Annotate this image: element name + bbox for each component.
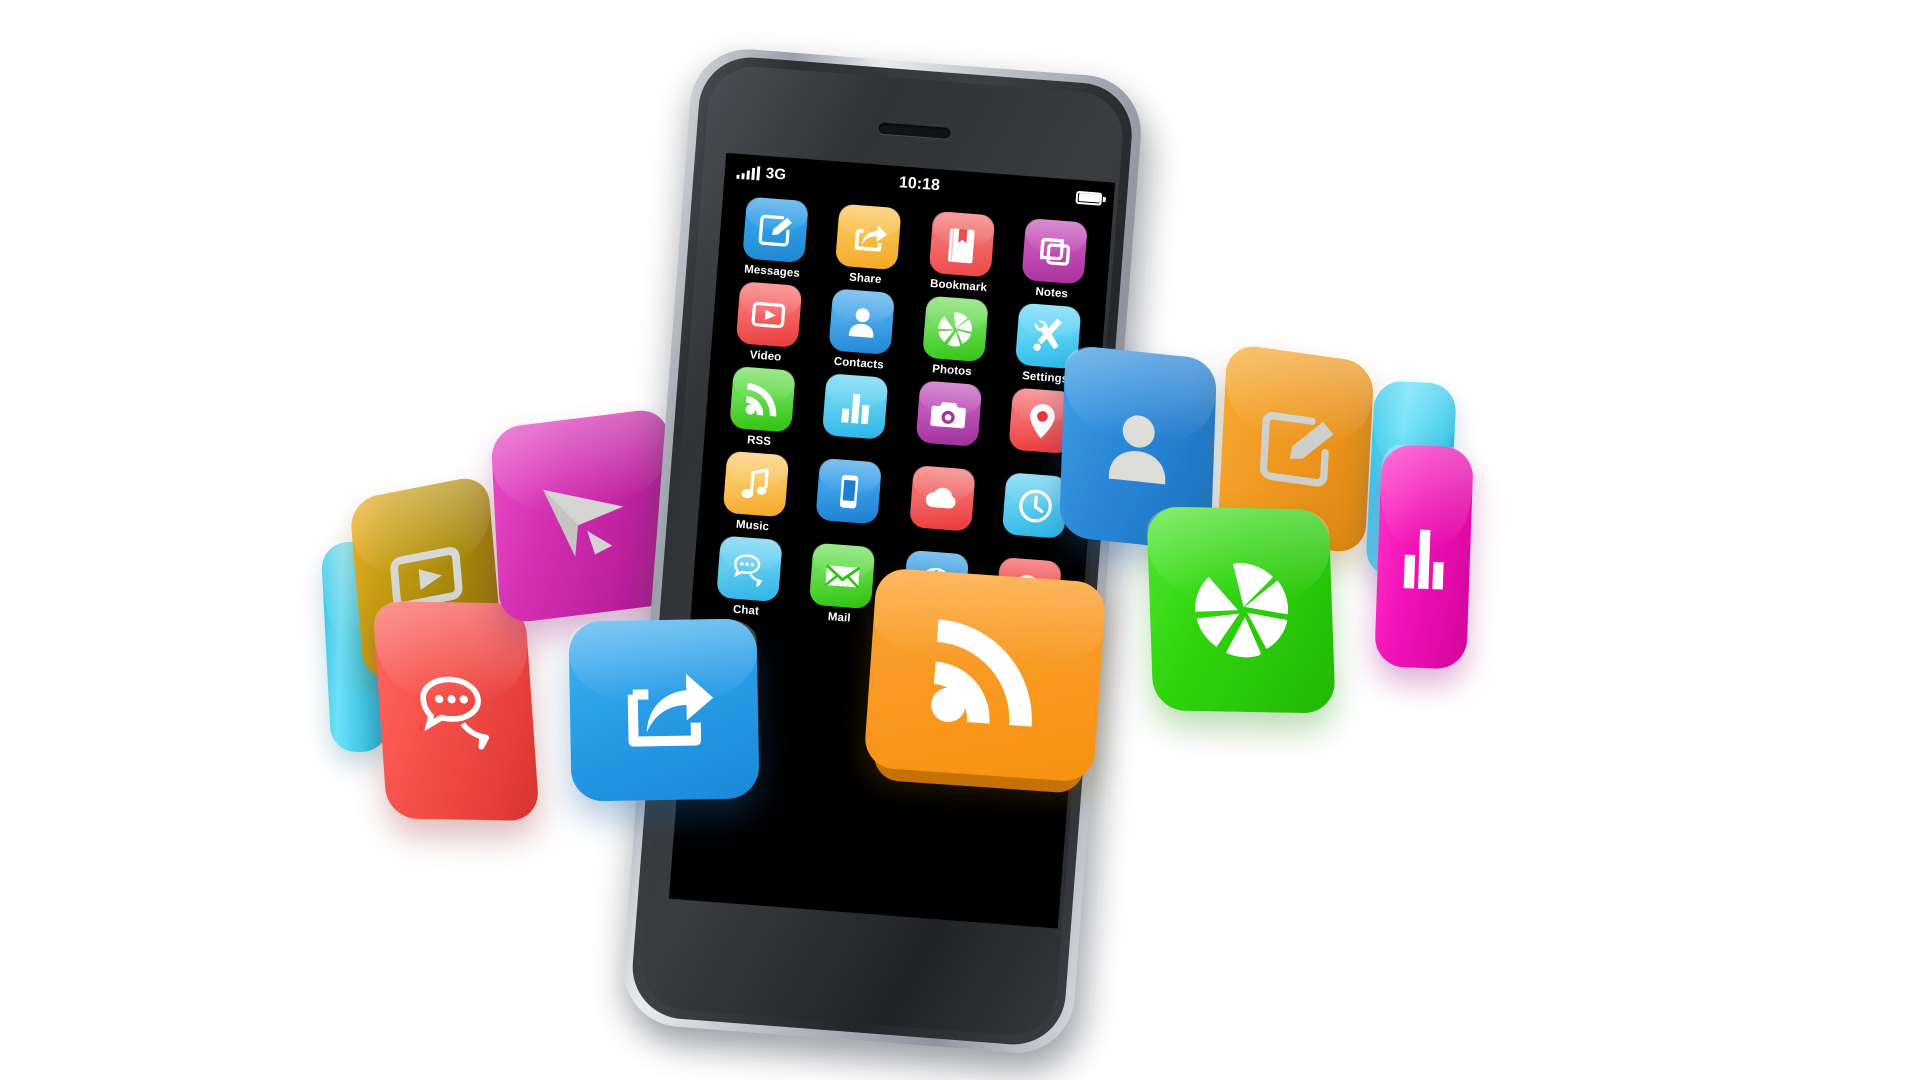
phone-body: 3G 10:18 Messages Share Bookmark Notes V… bbox=[628, 53, 1136, 1049]
app-label: Notes bbox=[1035, 285, 1069, 301]
app-tile[interactable] bbox=[822, 373, 889, 440]
camera-photo-icon bbox=[927, 392, 971, 436]
app-icon-bookmark[interactable]: Bookmark bbox=[911, 210, 1010, 296]
phone-bezel: 3G 10:18 Messages Share Bookmark Notes V… bbox=[619, 45, 1146, 1057]
contact-person-icon bbox=[1089, 384, 1187, 513]
cloud-icon bbox=[920, 476, 964, 520]
app-icon-photos[interactable]: Photos bbox=[905, 294, 1004, 380]
smartphone: 3G 10:18 Messages Share Bookmark Notes V… bbox=[617, 45, 1173, 1080]
paper-plane-icon bbox=[526, 449, 642, 584]
app-tile[interactable] bbox=[815, 457, 883, 525]
rss-feed-icon bbox=[905, 602, 1066, 744]
app-label: Video bbox=[749, 349, 782, 364]
app-tile[interactable] bbox=[828, 288, 896, 356]
app-label: Bookmark bbox=[929, 277, 988, 295]
app-tile[interactable] bbox=[928, 210, 996, 278]
app-label: Music bbox=[735, 518, 770, 534]
bookmark-book-icon bbox=[940, 222, 984, 266]
bar-chart-icon bbox=[1398, 496, 1450, 617]
app-label: Contacts bbox=[833, 355, 885, 372]
app-label: Messages bbox=[743, 263, 801, 280]
video-play-icon bbox=[747, 293, 791, 337]
app-tile[interactable] bbox=[809, 542, 876, 610]
app-icon-camera[interactable]: Camera bbox=[898, 379, 997, 465]
app-tile[interactable] bbox=[741, 196, 809, 264]
app-tile[interactable] bbox=[921, 295, 989, 363]
mail-envelope-icon bbox=[820, 554, 864, 598]
app-label: RSS bbox=[746, 434, 772, 449]
blue-share-tile[interactable] bbox=[568, 618, 760, 802]
earpiece-speaker-icon bbox=[878, 122, 951, 139]
chat-bubbles-icon bbox=[404, 643, 508, 779]
app-icon-video[interactable]: Video bbox=[718, 280, 817, 366]
big-orange-rss-tile[interactable] bbox=[863, 567, 1107, 795]
location-pin-icon bbox=[1020, 399, 1064, 443]
app-tile[interactable] bbox=[908, 465, 976, 532]
notes-stack-icon bbox=[1033, 229, 1077, 273]
app-icon-share[interactable]: Share bbox=[818, 202, 917, 288]
rss-feed-icon bbox=[740, 377, 784, 421]
app-icon-contacts[interactable]: Contacts bbox=[812, 287, 911, 373]
scene-root: 3G 10:18 Messages Share Bookmark Notes V… bbox=[0, 0, 1920, 1080]
magenta-send-tile[interactable] bbox=[490, 407, 678, 625]
battery-full-icon bbox=[1075, 190, 1107, 206]
tools-wrench-icon bbox=[1026, 314, 1070, 358]
compose-message-icon bbox=[753, 208, 797, 252]
camera-aperture-icon bbox=[1182, 546, 1299, 674]
app-icon-cloud[interactable]: Cloud bbox=[892, 464, 991, 550]
share-arrow-icon bbox=[605, 653, 723, 767]
app-label: Mail bbox=[827, 611, 851, 625]
app-icon-chat[interactable]: Chat bbox=[699, 534, 798, 620]
camera-aperture-icon bbox=[933, 307, 977, 351]
phone-device-icon bbox=[827, 469, 871, 513]
app-tile[interactable] bbox=[735, 281, 803, 348]
clock-icon bbox=[1013, 484, 1057, 528]
phone-screen[interactable]: 3G 10:18 Messages Share Bookmark Notes V… bbox=[668, 152, 1116, 929]
app-tile[interactable] bbox=[835, 203, 902, 271]
app-tile[interactable] bbox=[1002, 472, 1069, 539]
app-label: Chat bbox=[732, 603, 760, 618]
green-aperture-tile[interactable] bbox=[1146, 506, 1336, 714]
compose-message-icon bbox=[1247, 383, 1344, 515]
app-icon-mobile[interactable]: Mobile bbox=[799, 457, 898, 543]
app-icon-music[interactable]: Music bbox=[705, 450, 804, 536]
share-arrow-icon bbox=[847, 215, 891, 259]
app-icon-notes[interactable]: Notes bbox=[1005, 217, 1104, 303]
app-tile[interactable] bbox=[715, 535, 783, 603]
phone-face: 3G 10:18 Messages Share Bookmark Notes V… bbox=[638, 63, 1126, 1039]
app-label: Share bbox=[848, 271, 882, 287]
bar-chart-icon bbox=[833, 385, 877, 429]
app-icon-messages[interactable]: Messages bbox=[725, 195, 824, 281]
app-tile[interactable] bbox=[915, 380, 982, 447]
red-chat-tile[interactable] bbox=[372, 600, 540, 822]
magenta-chart-tile[interactable] bbox=[1374, 444, 1474, 670]
app-label: Settings bbox=[1021, 370, 1069, 386]
app-icon-stats[interactable]: Stats bbox=[805, 372, 904, 458]
app-icon-rss[interactable]: RSS bbox=[712, 365, 811, 451]
contact-person-icon bbox=[840, 300, 884, 344]
app-tile[interactable] bbox=[1021, 218, 1089, 285]
app-tile[interactable] bbox=[722, 450, 789, 518]
app-tile[interactable] bbox=[728, 366, 796, 433]
music-note-icon bbox=[734, 462, 778, 506]
chat-bubbles-icon bbox=[727, 547, 771, 591]
app-label: Photos bbox=[931, 363, 973, 379]
